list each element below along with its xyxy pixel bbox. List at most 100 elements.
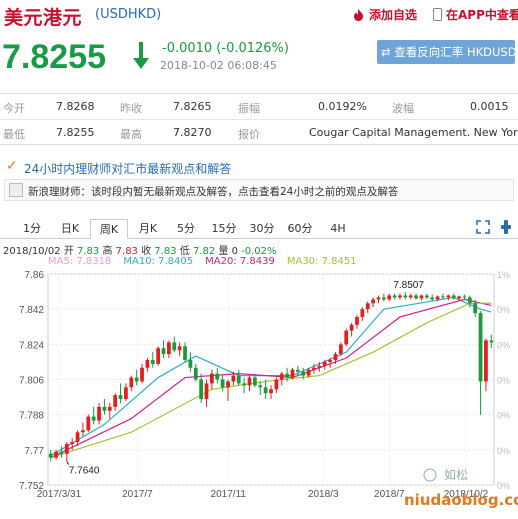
- candle-body: [435, 296, 440, 300]
- swap-icon: ⇄: [381, 45, 395, 59]
- stat-value-prev-close: 7.8265: [173, 100, 212, 113]
- current-price: 7.8255: [2, 38, 106, 76]
- candle-body: [338, 344, 343, 355]
- stat-label-prev-close: 昨收: [120, 102, 142, 115]
- candle-body: [91, 416, 96, 421]
- settings-icon[interactable]: [501, 220, 511, 234]
- right-pct-label: 0%: [497, 411, 510, 421]
- candle-body: [113, 395, 118, 407]
- candle-body: [295, 369, 300, 372]
- right-pct-label: 0%: [497, 446, 510, 456]
- candle-body: [376, 297, 381, 300]
- candle-body: [333, 354, 338, 360]
- right-pct-label: 0%: [497, 376, 510, 386]
- candle-body: [290, 369, 295, 378]
- tab-5min[interactable]: 5分: [168, 219, 204, 239]
- open-in-app-label: 在APP中查看: [446, 8, 518, 22]
- y-tick-label: 7.788: [19, 411, 44, 422]
- candle-body: [419, 295, 424, 299]
- y-tick-label: 7.842: [19, 305, 44, 316]
- candle-body: [220, 379, 225, 388]
- candle-body: [274, 379, 279, 390]
- candle-body: [355, 316, 359, 325]
- checkmark-icon: ✓: [6, 158, 18, 174]
- candle-body: [252, 377, 257, 386]
- candle-body: [424, 295, 429, 298]
- candle-body: [258, 385, 263, 388]
- y-tick-label: 7.77: [25, 446, 45, 457]
- candle-body: [48, 453, 53, 458]
- candle-body: [210, 373, 214, 384]
- candle-body: [441, 296, 445, 298]
- y-tick-label: 7.806: [19, 376, 44, 387]
- right-pct-label: 0%: [497, 340, 510, 350]
- candle-body: [124, 387, 128, 400]
- candle-body: [70, 442, 75, 444]
- candle-body: [301, 371, 306, 376]
- stat-label-range: 波幅: [392, 102, 414, 115]
- stat-label-quote-source: 报价: [238, 128, 260, 141]
- fullscreen-icon[interactable]: [476, 220, 490, 234]
- stat-value-low: 7.8255: [56, 126, 95, 139]
- candle-body: [462, 296, 467, 298]
- right-pct-label: 0%: [497, 305, 510, 315]
- candle-body: [86, 416, 91, 431]
- price-annotation: 7.7640: [69, 466, 100, 477]
- tab-daily[interactable]: 日K: [52, 219, 88, 239]
- candle-body: [129, 377, 134, 388]
- candle-body: [306, 369, 311, 376]
- candle-body: [81, 430, 85, 433]
- candle-body: [183, 346, 187, 360]
- tab-15min[interactable]: 15分: [206, 219, 242, 239]
- candle-body: [107, 406, 112, 411]
- candle-body: [478, 313, 483, 382]
- candle-body: [226, 381, 230, 388]
- right-pct-label: 1%: [497, 270, 510, 280]
- tab-weekly[interactable]: 周K: [90, 219, 128, 239]
- candle-body: [317, 365, 322, 368]
- down-arrow-icon: [133, 42, 149, 69]
- add-favorite-button[interactable]: 添加自选: [352, 6, 417, 23]
- reverse-rate-button[interactable]: ⇄ 查看反向汇率 HKDUSD: [377, 40, 515, 64]
- candle-body: [263, 387, 268, 394]
- price-annotation: 7.8507: [393, 280, 424, 291]
- tab-monthly[interactable]: 月K: [130, 219, 166, 239]
- stat-value-range: 0.0015: [470, 100, 509, 113]
- candle-body: [54, 451, 58, 458]
- news-item-text[interactable]: 新浪理财师：该时段内暂无最新观点及解答，点击查看24小时之前的观点及解答: [28, 184, 398, 199]
- candlestick-chart[interactable]: 7.86 1% 7.842 0% 7.824 0% 7.806 0% 7.788 0% 7.77 0%…: [0, 268, 518, 519]
- ma-legend-ma20: MA20: 7.8439: [205, 256, 275, 267]
- candle-body: [118, 395, 123, 400]
- candle-body: [177, 346, 182, 351]
- candle-body: [279, 373, 284, 380]
- candle-body: [193, 367, 198, 380]
- candle-body: [403, 295, 408, 298]
- stat-value-quote-source: Cougar Capital Management. New York: [309, 126, 518, 139]
- candle-body: [236, 375, 241, 384]
- stats-divider: [0, 119, 518, 120]
- candle-body: [398, 295, 402, 298]
- tab-60min[interactable]: 60分: [282, 219, 318, 239]
- phone-icon: [433, 8, 442, 21]
- candle-body: [467, 297, 472, 304]
- candle-body: [97, 406, 101, 421]
- tab-4h[interactable]: 4H: [320, 219, 356, 239]
- stat-value-amplitude: 0.0192%: [318, 100, 367, 113]
- candle-body: [446, 295, 451, 298]
- candle-body: [247, 377, 252, 386]
- watermark-site: niudaoblog.com: [404, 491, 518, 509]
- news-section-title[interactable]: 24小时内理财师对汇市最新观点和解答: [24, 160, 231, 177]
- candle-body: [392, 295, 397, 298]
- x-tick-label: 2018/7: [374, 489, 405, 500]
- x-tick-label: 2017/3/31: [37, 489, 82, 500]
- candle-body: [328, 359, 332, 362]
- tab-1min[interactable]: 1分: [14, 219, 50, 239]
- ma-legend: MA5: 7.8318 MA10: 7.8405 MA20: 7.8439 MA30:…: [48, 256, 369, 267]
- annotation-pointer: [66, 461, 70, 465]
- open-in-app-button[interactable]: 在APP中查看: [433, 6, 518, 23]
- candle-body: [430, 297, 435, 300]
- tab-30min[interactable]: 30分: [244, 219, 280, 239]
- candle-body: [161, 348, 166, 355]
- candle-body: [489, 340, 494, 343]
- candle-body: [312, 367, 316, 370]
